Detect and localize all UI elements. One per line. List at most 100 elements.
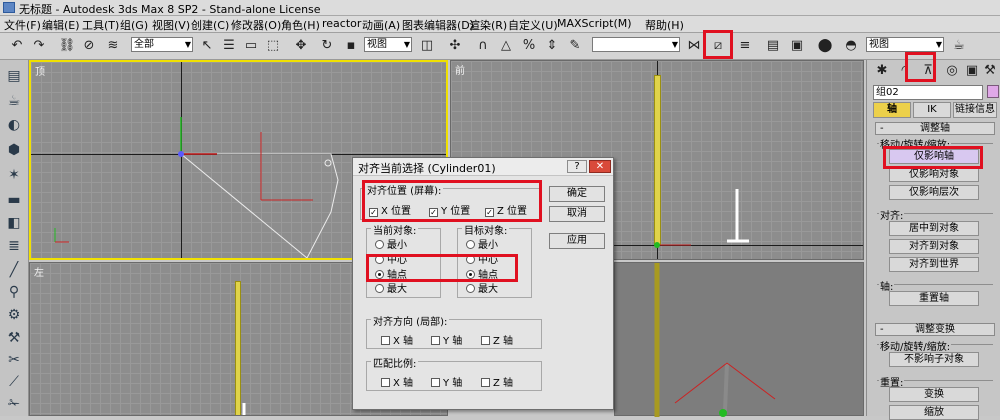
close-icon[interactable]: ✕ — [589, 160, 611, 173]
rollout-adjust-pivot[interactable]: - 调整轴 — [875, 122, 995, 135]
current-max-radio[interactable]: 最大 — [375, 280, 407, 295]
menu-help[interactable]: 帮助(H) — [645, 17, 684, 33]
align-to-world-button[interactable]: 对齐到世界 — [889, 257, 979, 272]
menu-animation[interactable]: 动画(A) — [362, 17, 400, 33]
current-min-radio[interactable]: 最小 — [375, 236, 407, 251]
select-and-link-icon[interactable]: ⛓ — [58, 37, 76, 55]
render-scene-icon[interactable]: ◓ — [842, 37, 860, 55]
tool-icon-11[interactable]: ⚙ — [4, 305, 24, 325]
menu-group[interactable]: 组(G) — [120, 17, 148, 33]
bind-space-warp-icon[interactable]: ≋ — [104, 37, 122, 55]
viewport-perspective[interactable] — [614, 262, 864, 417]
center-to-object-button[interactable]: 居中到对象 — [889, 221, 979, 236]
tool-icon-7[interactable]: ◧ — [4, 213, 24, 233]
curve-editor-icon[interactable]: ▤ — [764, 37, 782, 55]
selection-filter-dropdown[interactable]: 全部 ▼ — [131, 37, 193, 52]
tab-link-info[interactable]: 链接信息 — [953, 102, 997, 118]
target-center-radio[interactable]: 中心 — [466, 251, 498, 266]
scale-x-checkbox[interactable]: X 轴 — [381, 374, 413, 389]
orient-y-checkbox[interactable]: Y 轴 — [431, 332, 462, 347]
select-and-scale-icon[interactable]: ▪ — [342, 37, 360, 55]
hierarchy-tab-icon[interactable]: ⊼ — [919, 62, 937, 80]
tool-icon-15[interactable]: ✁ — [4, 394, 24, 414]
tool-icon-12[interactable]: ⚒ — [4, 328, 24, 348]
unlink-icon[interactable]: ⊘ — [80, 37, 98, 55]
modify-tab-icon[interactable]: ◜ — [895, 62, 913, 80]
target-min-radio[interactable]: 最小 — [466, 236, 498, 251]
dont-affect-children-button[interactable]: 不影响子对象 — [889, 352, 979, 367]
scale-z-checkbox[interactable]: Z 轴 — [481, 374, 513, 389]
reference-coordinate-dropdown[interactable]: 视图 ▼ — [364, 37, 412, 52]
target-max-radio[interactable]: 最大 — [466, 280, 498, 295]
object-name-field[interactable]: 组02 — [873, 85, 983, 100]
menu-edit[interactable]: 编辑(E) — [42, 17, 80, 33]
x-position-checkbox[interactable]: ✓ X 位置 — [369, 202, 411, 217]
select-object-icon[interactable]: ↖ — [198, 37, 216, 55]
named-selection-sets-dropdown[interactable]: ▼ — [592, 37, 680, 52]
redo-icon[interactable]: ↷ — [30, 37, 48, 55]
rollout-adjust-transform[interactable]: - 调整变换 — [875, 323, 995, 336]
utilities-tab-icon[interactable]: ⚒ — [981, 62, 999, 80]
schematic-view-icon[interactable]: ▣ — [788, 37, 806, 55]
named-selection-icon[interactable]: ✎ — [566, 37, 584, 55]
affect-object-only-button[interactable]: 仅影响对象 — [889, 167, 979, 182]
tool-icon-6[interactable]: ▬ — [4, 190, 24, 210]
target-pivot-radio[interactable]: 轴点 — [466, 266, 498, 281]
tab-ik[interactable]: IK — [913, 102, 951, 118]
mirror-icon[interactable]: ⋈ — [685, 37, 703, 55]
align-icon[interactable]: ⧄ — [709, 37, 727, 55]
orient-x-checkbox[interactable]: X 轴 — [381, 332, 413, 347]
align-to-object-button[interactable]: 对齐到对象 — [889, 239, 979, 254]
current-center-radio[interactable]: 中心 — [375, 251, 407, 266]
tool-icon-5[interactable]: ✶ — [4, 165, 24, 185]
tool-icon-9[interactable]: ╱ — [4, 260, 24, 280]
motion-tab-icon[interactable]: ◎ — [943, 62, 961, 80]
menu-maxscript[interactable]: MAXScript(M) — [557, 17, 632, 30]
snap-toggle-icon[interactable]: ∩ — [474, 37, 492, 55]
tool-icon-13[interactable]: ✂ — [4, 350, 24, 370]
create-tab-icon[interactable]: ✱ — [873, 62, 891, 80]
y-position-checkbox[interactable]: ✓ Y 位置 — [429, 202, 470, 217]
tool-icon-14[interactable]: ⟋ — [4, 372, 24, 392]
percent-snap-icon[interactable]: % — [520, 37, 538, 55]
menu-rendering[interactable]: 渲染(R) — [469, 17, 507, 33]
angle-snap-icon[interactable]: △ — [497, 37, 515, 55]
scale-button[interactable]: 缩放 — [889, 405, 979, 420]
tool-icon-3[interactable]: ◐ — [4, 115, 24, 135]
object-color-swatch[interactable] — [987, 85, 999, 98]
transform-button[interactable]: 变换 — [889, 387, 979, 402]
spinner-snap-icon[interactable]: ⇕ — [543, 37, 561, 55]
select-and-move-icon[interactable]: ✥ — [292, 37, 310, 55]
reset-pivot-button[interactable]: 重置轴 — [889, 291, 979, 306]
select-by-name-icon[interactable]: ☰ — [220, 37, 238, 55]
affect-pivot-only-button[interactable]: 仅影响轴 — [889, 149, 979, 164]
undo-icon[interactable]: ↶ — [8, 37, 26, 55]
menu-modifiers[interactable]: 修改器(O) — [231, 17, 281, 33]
menu-views[interactable]: 视图(V) — [152, 17, 190, 33]
tool-icon-10[interactable]: ⚲ — [4, 282, 24, 302]
display-tab-icon[interactable]: ▣ — [963, 62, 981, 80]
pivot-center-icon[interactable]: ◫ — [418, 37, 436, 55]
current-pivot-radio[interactable]: 轴点 — [375, 266, 407, 281]
layer-manager-icon[interactable]: ≡ — [736, 37, 754, 55]
menu-graph-editors[interactable]: 图表编辑器(D) — [402, 17, 474, 33]
tool-icon-2[interactable]: ☕ — [4, 91, 24, 111]
menu-reactor[interactable]: reactor — [322, 17, 361, 30]
affect-hierarchy-only-button[interactable]: 仅影响层次 — [889, 185, 979, 200]
material-editor-icon[interactable]: ⬤ — [816, 37, 834, 55]
render-type-dropdown[interactable]: 视图 ▼ — [866, 37, 944, 52]
select-and-rotate-icon[interactable]: ↻ — [318, 37, 336, 55]
cancel-button[interactable]: 取消 — [549, 206, 605, 222]
orient-z-checkbox[interactable]: Z 轴 — [481, 332, 513, 347]
ok-button[interactable]: 确定 — [549, 186, 605, 202]
tool-icon-1[interactable]: ▤ — [4, 66, 24, 86]
window-crossing-icon[interactable]: ⬚ — [264, 37, 282, 55]
menu-tools[interactable]: 工具(T) — [82, 17, 119, 33]
selection-region-icon[interactable]: ▭ — [242, 37, 260, 55]
scale-y-checkbox[interactable]: Y 轴 — [431, 374, 462, 389]
apply-button[interactable]: 应用 — [549, 233, 605, 249]
menu-customize[interactable]: 自定义(U) — [508, 17, 558, 33]
help-icon[interactable]: ? — [567, 160, 587, 173]
menu-create[interactable]: 创建(C) — [191, 17, 229, 33]
quick-render-icon[interactable]: ☕ — [950, 37, 968, 55]
